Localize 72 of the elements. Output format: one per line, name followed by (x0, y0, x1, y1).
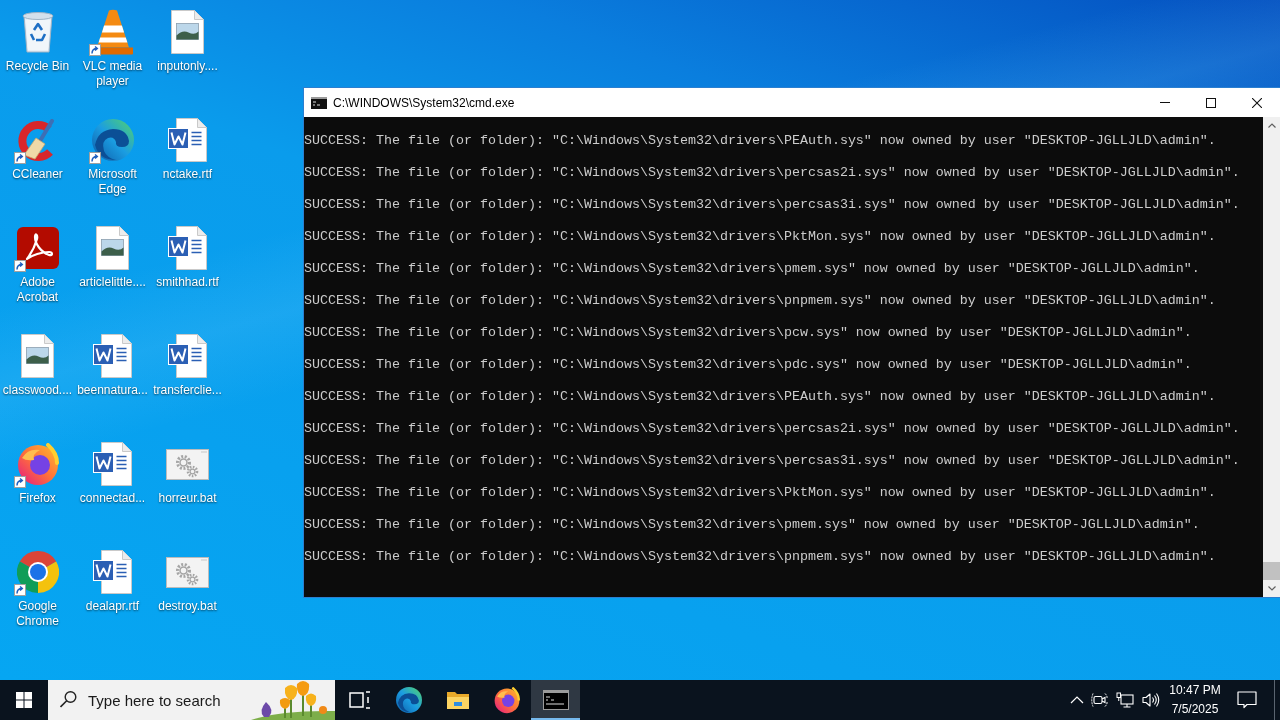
chevron-down-icon (1267, 586, 1276, 591)
word-document-icon (168, 226, 207, 270)
desktop-item[interactable]: transferclie... (150, 332, 225, 398)
desktop-item[interactable]: destroy.bat (150, 548, 225, 614)
chevron-up-icon (1267, 123, 1276, 128)
console-line: SUCCESS: The file (or folder): "C:\Windows\System32\drivers\pnpmem.sys" now owned by user "DESKTOP-JGLLJLD\admin". (304, 293, 1216, 309)
desktop-item[interactable]: nctake.rtf (150, 116, 225, 182)
desktop-item[interactable]: Google Chrome (0, 548, 75, 629)
gears-window-icon (166, 556, 209, 588)
word-document-icon (168, 334, 207, 378)
console-line: SUCCESS: The file (or folder): "C:\Windows\System32\drivers\pmem.sys" now owned by user "DESKTOP-JGLLJLD\admin". (304, 261, 1200, 277)
scroll-thumb[interactable] (1263, 562, 1280, 580)
desktop-item[interactable]: classwood.... (0, 332, 75, 398)
clock-date[interactable]: 7/5/2025 (1171, 700, 1219, 719)
video-camera-icon[interactable] (1090, 692, 1108, 708)
terminal-icon (542, 690, 569, 710)
flame-circle-icon (16, 442, 59, 486)
folder-icon (445, 690, 470, 710)
console-line: SUCCESS: The file (or folder): "C:\Windows\System32\drivers\pnpmem.sys" now owned by user "DESKTOP-JGLLJLD\admin". (304, 549, 1216, 565)
desktop-item[interactable]: Recycle Bin (0, 8, 75, 74)
image-file-icon (171, 10, 204, 54)
desktop-item[interactable]: Microsoft Edge (75, 116, 150, 197)
desktop-item[interactable]: articlelittle.... (75, 224, 150, 290)
windows-logo-icon (16, 692, 32, 708)
desktop-item[interactable]: CCleaner (0, 116, 75, 182)
segmented-circle-icon (16, 551, 59, 593)
window-title: C:\WINDOWS\System32\cmd.exe (333, 95, 515, 110)
desktop-item[interactable]: horreur.bat (150, 440, 225, 506)
console-line: SUCCESS: The file (or folder): "C:\Windows\System32\drivers\pdc.sys" now owned by user "DESKTOP-JGLLJLD\admin". (304, 357, 1192, 373)
chevron-up-icon[interactable] (1070, 696, 1084, 704)
scrollbar[interactable] (1263, 117, 1280, 597)
word-document-icon (168, 118, 207, 162)
word-document-icon (93, 550, 132, 594)
console-line: SUCCESS: The file (or folder): "C:\Windows\System32\drivers\PEAuth.sys" now owned by user "DESKTOP-JGLLJLD\admin". (304, 389, 1216, 405)
task-view-icon (348, 690, 371, 710)
flame-circle-icon (493, 686, 520, 714)
console-line: SUCCESS: The file (or folder): "C:\Windows\System32\drivers\PktMon.sys" now owned by user "DESKTOP-JGLLJLD\admin". (304, 229, 1216, 245)
image-file-icon (96, 226, 129, 270)
console-line: SUCCESS: The file (or folder): "C:\Windows\System32\drivers\pcw.sys" now owned by user "DESKTOP-JGLLJLD\admin". (304, 325, 1192, 341)
swirl-circle-icon (395, 687, 422, 713)
notification-icon[interactable] (1237, 691, 1257, 709)
image-file-icon (21, 334, 54, 378)
desktop-item[interactable]: smithhad.rtf (150, 224, 225, 290)
desktop-item[interactable]: Firefox (0, 440, 75, 506)
console-line: SUCCESS: The file (or folder): "C:\Windows\System32\drivers\pmem.sys" now owned by user "DESKTOP-JGLLJLD\admin". (304, 517, 1200, 533)
network-monitor-icon[interactable] (1116, 692, 1134, 708)
desktop-item[interactable]: Adobe Acrobat (0, 224, 75, 305)
console-line: SUCCESS: The file (or folder): "C:\Windows\System32\drivers\PktMon.sys" now owned by user "DESKTOP-JGLLJLD\admin". (304, 485, 1216, 501)
speaker-icon[interactable] (1142, 692, 1161, 708)
taskbar-button[interactable] (531, 680, 580, 720)
desktop-item[interactable]: beennatura... (75, 332, 150, 398)
word-document-icon (93, 334, 132, 378)
close-icon (1252, 97, 1262, 108)
console-line: SUCCESS: The file (or folder): "C:\Windows\System32\drivers\PEAuth.sys" now owned by user "DESKTOP-JGLLJLD\admin". (304, 133, 1216, 149)
console-line: SUCCESS: The file (or folder): "C:\Windows\System32\drivers\percsas2i.sys" now owned by user "DESKTOP-JGLLJLD\admin". (304, 165, 1240, 181)
desktop-item[interactable]: inputonly.... (150, 8, 225, 74)
console-line: SUCCESS: The file (or folder): "C:\Windows\System32\drivers\percsas3i.sys" now owned by user "DESKTOP-JGLLJLD\admin". (304, 197, 1240, 213)
console-app-icon (311, 96, 327, 109)
desktop-item[interactable]: VLC media player (75, 8, 150, 89)
desktop-item[interactable]: connectad... (75, 440, 150, 506)
maximize-icon (1206, 97, 1216, 108)
desktop-item[interactable]: dealapr.rtf (75, 548, 150, 614)
console-line: SUCCESS: The file (or folder): "C:\Windows\System32\drivers\percsas2i.sys" now owned by user "DESKTOP-JGLLJLD\admin". (304, 421, 1240, 437)
clock-time[interactable]: 10:47 PM (1169, 681, 1221, 700)
gears-window-icon (166, 448, 209, 480)
word-document-icon (93, 442, 132, 486)
recycle-bin-icon (21, 11, 54, 53)
minimize-icon (1160, 102, 1170, 103)
swirl-circle-icon (91, 119, 134, 161)
curl-tile-icon (16, 227, 59, 269)
search-icon (60, 691, 77, 708)
console-line: SUCCESS: The file (or folder): "C:\Windows\System32\drivers\percsas3i.sys" now owned by user "DESKTOP-JGLLJLD\admin". (304, 453, 1240, 469)
